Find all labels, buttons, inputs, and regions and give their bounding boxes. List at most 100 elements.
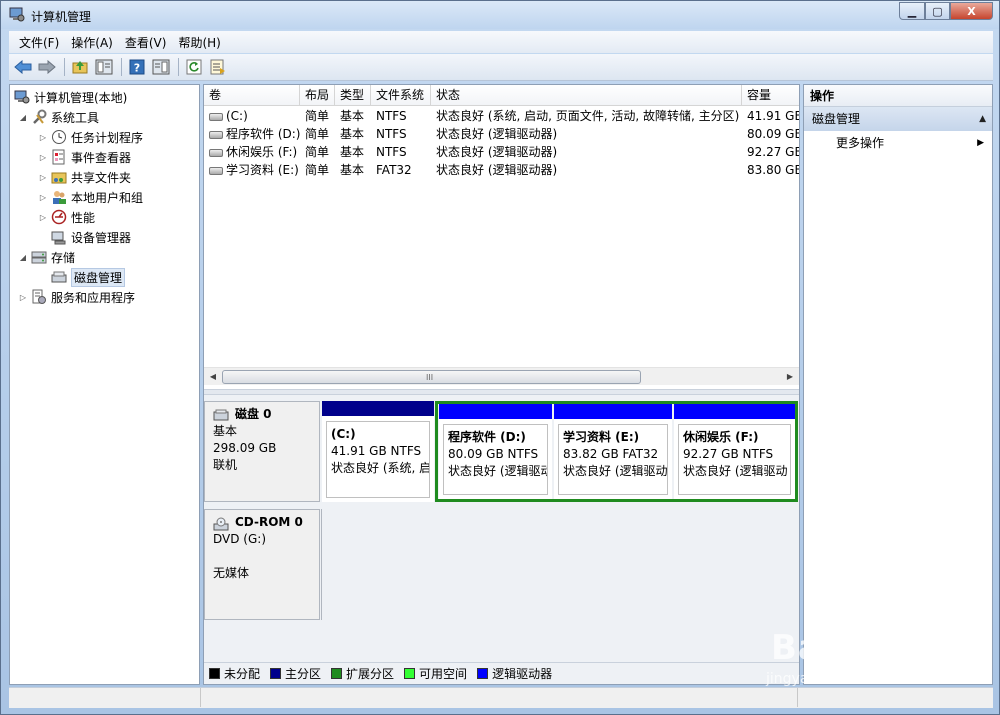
tools-icon <box>31 109 47 125</box>
partition-e[interactable]: 学习资料 (E:) 83.82 GB FAT32 状态良好 (逻辑驱动 <box>554 404 672 499</box>
expand-icon[interactable]: ▷ <box>38 192 48 202</box>
tree-item-system-tools[interactable]: ◢ 系统工具 <box>18 107 99 127</box>
tree-item-storage[interactable]: ◢ 存储 <box>18 247 75 267</box>
scroll-right-icon[interactable]: ▶ <box>784 371 796 383</box>
minimize-button[interactable]: ▁ <box>899 2 925 20</box>
status-cell: 状态良好 (系统, 启动, 页面文件, 活动, 故障转储, 主分区) <box>436 109 740 123</box>
drive-icon <box>209 130 223 139</box>
table-row[interactable]: 学习资料 (E:) 简单 基本 FAT32 状态良好 (逻辑驱动器) 83.80… <box>204 161 799 179</box>
column-header-status[interactable]: 状态 <box>431 85 742 106</box>
tree-item-label: 设备管理器 <box>71 230 132 245</box>
cdrom-0-area[interactable] <box>321 509 799 620</box>
disk-title: 磁盘 0 <box>213 406 311 423</box>
partition-f[interactable]: 休闲娱乐 (F:) 92.27 GB NTFS 状态良好 (逻辑驱动 <box>674 404 795 499</box>
expand-icon[interactable]: ▷ <box>18 292 28 302</box>
tree-item-task-scheduler[interactable]: ▷ 任务计划程序 <box>38 127 143 147</box>
volume-cell: 程序软件 (D:) <box>204 125 300 143</box>
capacity-cell: 80.09 GE <box>747 127 799 141</box>
partition-status: 状态良好 (逻辑驱动 <box>448 464 548 478</box>
status-segment <box>201 688 798 707</box>
column-header-layout[interactable]: 布局 <box>300 85 335 106</box>
computer-management-window: 计算机管理 ▁ ▢ X 文件(F) 操作(A) 查看(V) 帮助(H) ? 计算… <box>0 0 1000 715</box>
title-bar[interactable]: 计算机管理 ▁ ▢ X <box>1 1 999 29</box>
disk-title: CD-ROM 0 <box>213 514 311 531</box>
tree-item-label: 磁盘管理 <box>71 267 126 287</box>
status-segment <box>9 688 201 707</box>
column-header-type[interactable]: 类型 <box>335 85 371 106</box>
legend-label: 逻辑驱动器 <box>492 667 553 681</box>
menu-help[interactable]: 帮助(H) <box>172 34 226 51</box>
toolbar-separator <box>121 58 122 76</box>
partition-details: 程序软件 (D:) 80.09 GB NTFS 状态良好 (逻辑驱动 <box>443 424 548 495</box>
menu-action[interactable]: 操作(A) <box>65 34 119 51</box>
legend-item: 逻辑驱动器 <box>477 665 552 682</box>
disk-name: CD-ROM 0 <box>235 515 303 529</box>
logical-drive-bar <box>554 404 672 419</box>
menu-view[interactable]: 查看(V) <box>119 34 173 51</box>
collapse-icon[interactable]: ◢ <box>18 112 28 122</box>
scroll-thumb[interactable]: III <box>222 370 641 384</box>
partition-name: 程序软件 (D:) <box>448 430 526 444</box>
forward-button[interactable] <box>36 56 58 78</box>
legend-item: 扩展分区 <box>331 665 394 682</box>
close-button[interactable]: X <box>950 2 993 20</box>
partition-d[interactable]: 程序软件 (D:) 80.09 GB NTFS 状态良好 (逻辑驱动 <box>439 404 552 499</box>
capacity-cell: 41.91 GE <box>747 109 799 123</box>
table-row[interactable]: 程序软件 (D:) 简单 基本 NTFS 状态良好 (逻辑驱动器) 80.09 … <box>204 125 799 143</box>
column-header-volume[interactable]: 卷 <box>204 85 300 106</box>
maximize-button[interactable]: ▢ <box>925 2 950 20</box>
show-hide-action-pane-button[interactable] <box>150 56 172 78</box>
help-button[interactable]: ? <box>126 56 148 78</box>
filesystem-cell: NTFS <box>376 109 407 123</box>
back-icon <box>14 60 32 74</box>
expand-icon[interactable]: ▷ <box>38 212 48 222</box>
tree-item-disk-management[interactable]: 磁盘管理 <box>51 267 126 287</box>
watermark-text: Bai 经验 <box>771 628 918 668</box>
tree-item-local-users[interactable]: ▷ 本地用户和组 <box>38 187 143 207</box>
cdrom-0-label[interactable]: CD-ROM 0 DVD (G:) 无媒体 <box>204 509 320 620</box>
collapse-up-icon[interactable]: ▲ <box>979 107 986 131</box>
export-list-button[interactable] <box>207 56 229 78</box>
partition-size: 92.27 GB NTFS <box>683 447 774 461</box>
scroll-left-icon[interactable]: ◀ <box>207 371 219 383</box>
expand-icon[interactable]: ▷ <box>38 152 48 162</box>
volume-name: 学习资料 (E:) <box>226 163 299 177</box>
expand-icon[interactable]: ▷ <box>38 172 48 182</box>
services-icon <box>31 289 47 305</box>
table-row[interactable]: (C:) 简单 基本 NTFS 状态良好 (系统, 启动, 页面文件, 活动, … <box>204 107 799 125</box>
up-folder-button[interactable] <box>69 56 91 78</box>
back-button[interactable] <box>12 56 34 78</box>
status-cell: 状态良好 (逻辑驱动器) <box>436 145 558 159</box>
tree-item-performance[interactable]: ▷ 性能 <box>38 207 95 227</box>
disk-0-label[interactable]: 磁盘 0 基本 298.09 GB 联机 <box>204 401 320 502</box>
tree-item-root[interactable]: 计算机管理(本地) <box>14 87 127 107</box>
actions-pane: 操作 磁盘管理 ▲ 更多操作 ▶ <box>803 84 993 685</box>
drive-icon <box>209 148 223 157</box>
partition-size: 83.82 GB FAT32 <box>563 447 659 461</box>
column-header-capacity[interactable]: 容量 <box>742 85 799 106</box>
up-folder-icon <box>72 61 88 74</box>
refresh-button[interactable] <box>183 56 205 78</box>
collapse-icon[interactable]: ◢ <box>18 252 28 262</box>
capacity-cell: 92.27 GE <box>747 145 799 159</box>
expand-icon[interactable]: ▷ <box>38 132 48 142</box>
legend-label: 未分配 <box>224 667 261 681</box>
computer-management-icon <box>9 7 25 22</box>
menu-file[interactable]: 文件(F) <box>13 34 65 51</box>
computer-management-icon <box>14 89 30 105</box>
tree-item-services-apps[interactable]: ▷ 服务和应用程序 <box>18 287 135 307</box>
column-header-filesystem[interactable]: 文件系统 <box>371 85 431 106</box>
partition-c[interactable]: (C:) 41.91 GB NTFS 状态良好 (系统, 启 <box>322 401 434 502</box>
logical-drive-bar <box>674 404 795 419</box>
show-hide-tree-button[interactable] <box>93 56 115 78</box>
actions-section-disk-management[interactable]: 磁盘管理 ▲ <box>804 107 992 131</box>
horizontal-scrollbar[interactable]: ◀ III ▶ <box>204 367 799 385</box>
tree-item-device-manager[interactable]: 设备管理器 <box>51 227 131 247</box>
tree-item-shared-folders[interactable]: ▷ 共享文件夹 <box>38 167 131 187</box>
tree-item-event-viewer[interactable]: ▷ 事件查看器 <box>38 147 131 167</box>
legend-swatch <box>477 668 489 679</box>
window-title: 计算机管理 <box>31 10 92 24</box>
table-row[interactable]: 休闲娱乐 (F:) 简单 基本 NTFS 状态良好 (逻辑驱动器) 92.27 … <box>204 143 799 161</box>
more-actions-item[interactable]: 更多操作 ▶ <box>804 131 992 155</box>
partition-name: 休闲娱乐 (F:) <box>683 430 759 444</box>
